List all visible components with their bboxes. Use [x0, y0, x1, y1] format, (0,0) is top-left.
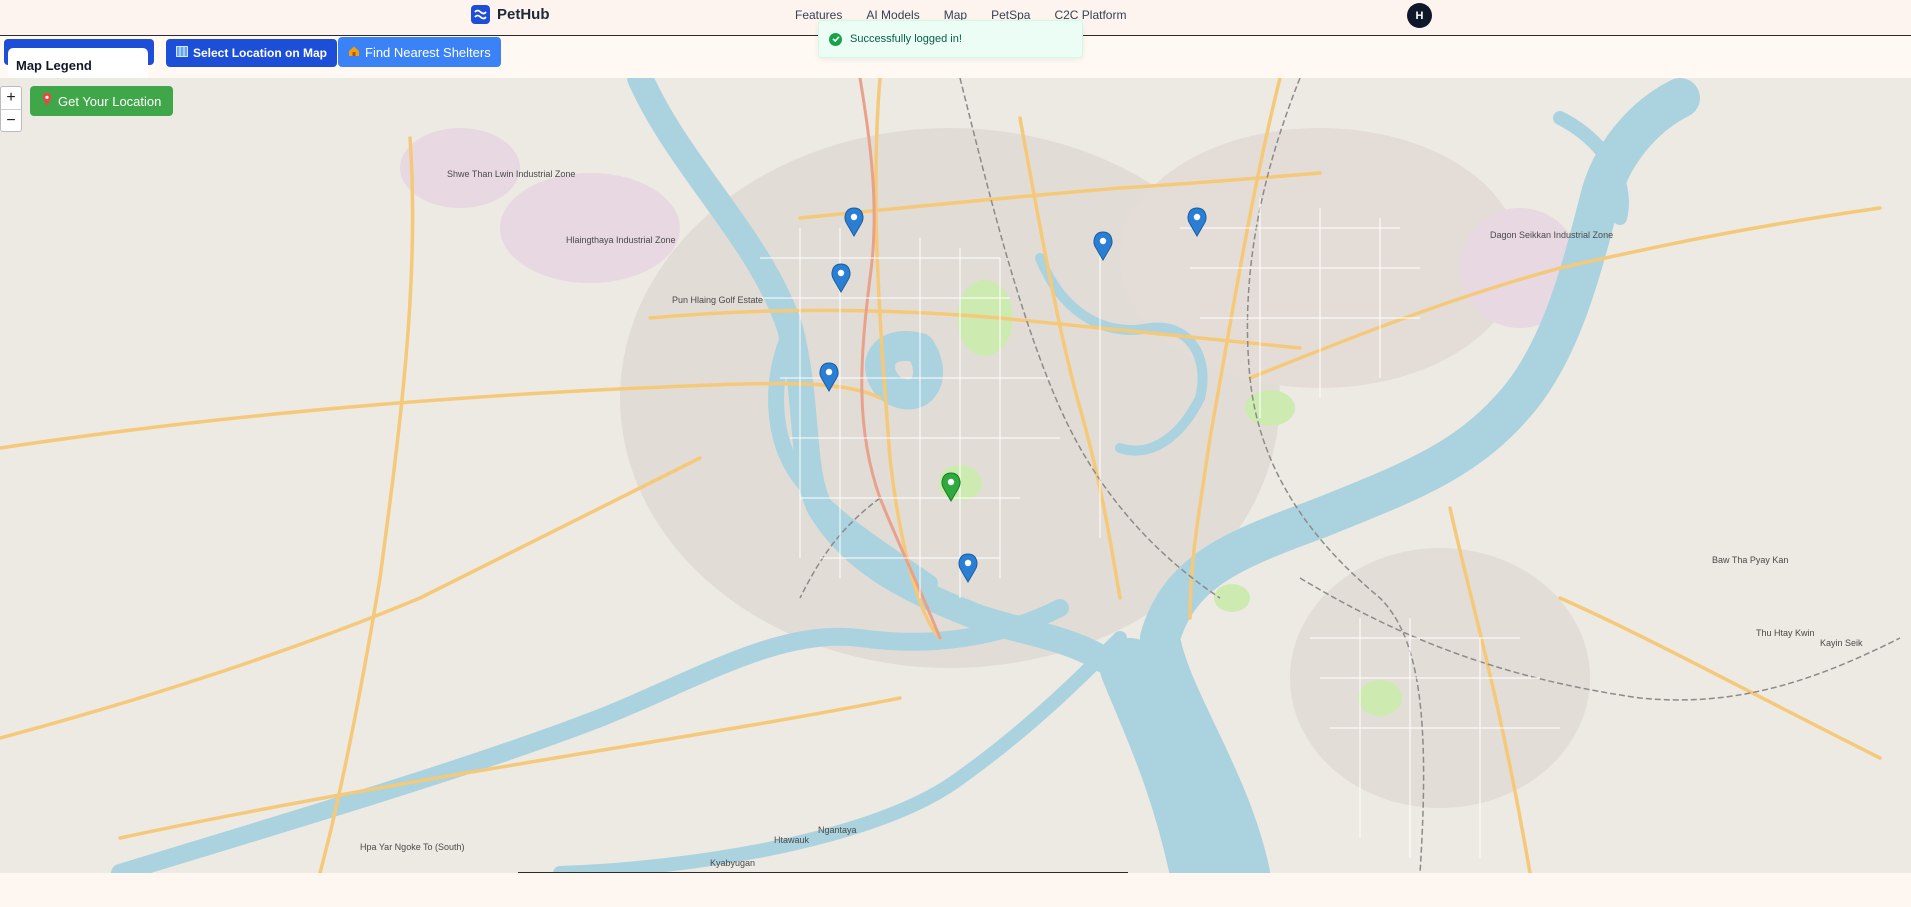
- label-ngantaya: Ngantaya: [818, 825, 857, 835]
- select-location-label: Select Location on Map: [193, 46, 328, 60]
- get-location-button[interactable]: Get Your Location: [30, 86, 174, 116]
- pethub-logo-icon: [471, 5, 490, 24]
- map-tiles: Shwe Than Lwin Industrial Zone Hlaingtha…: [0, 78, 1901, 873]
- zoom-out-button[interactable]: −: [1, 109, 21, 131]
- toast-message: Successfully logged in!: [850, 33, 962, 45]
- check-circle-icon: [829, 32, 842, 46]
- brand[interactable]: PetHub: [471, 5, 550, 24]
- select-location-button[interactable]: Select Location on Map: [166, 39, 338, 67]
- map-legend: Map Legend: [8, 48, 148, 78]
- brand-name: PetHub: [497, 6, 550, 23]
- label-hlaingthaya: Hlaingthaya Industrial Zone: [566, 235, 676, 245]
- label-htawauk: Htawauk: [774, 835, 810, 845]
- label-baw-tha-pyay-kan: Baw Tha Pyay Kan: [1712, 555, 1788, 565]
- label-pun-hlaing: Pun Hlaing Golf Estate: [672, 295, 763, 305]
- house-icon: [348, 45, 360, 60]
- label-dagon-seikkan: Dagon Seikkan Industrial Zone: [1490, 230, 1613, 240]
- map-icon: [176, 46, 188, 60]
- label-kyabyugan: Kyabyugan: [710, 858, 755, 868]
- page-footer-area: [0, 873, 1911, 907]
- map-canvas[interactable]: Shwe Than Lwin Industrial Zone Hlaingtha…: [0, 78, 1911, 873]
- get-location-label: Get Your Location: [58, 93, 162, 109]
- label-thu-htay-kwin: Thu Htay Kwin: [1756, 628, 1815, 638]
- find-shelters-button[interactable]: Find Nearest Shelters: [338, 37, 501, 67]
- pin-icon: [42, 93, 52, 109]
- user-avatar[interactable]: H: [1407, 3, 1432, 28]
- label-kayin-seik: Kayin Seik: [1820, 638, 1863, 648]
- find-shelters-label: Find Nearest Shelters: [365, 44, 491, 60]
- success-toast: Successfully logged in!: [818, 20, 1083, 58]
- label-shwe-than: Shwe Than Lwin Industrial Zone: [447, 169, 575, 179]
- zoom-in-button[interactable]: +: [1, 87, 21, 109]
- label-hpa-yar-ngoke: Hpa Yar Ngoke To (South): [360, 842, 465, 852]
- zoom-control: + −: [0, 86, 22, 132]
